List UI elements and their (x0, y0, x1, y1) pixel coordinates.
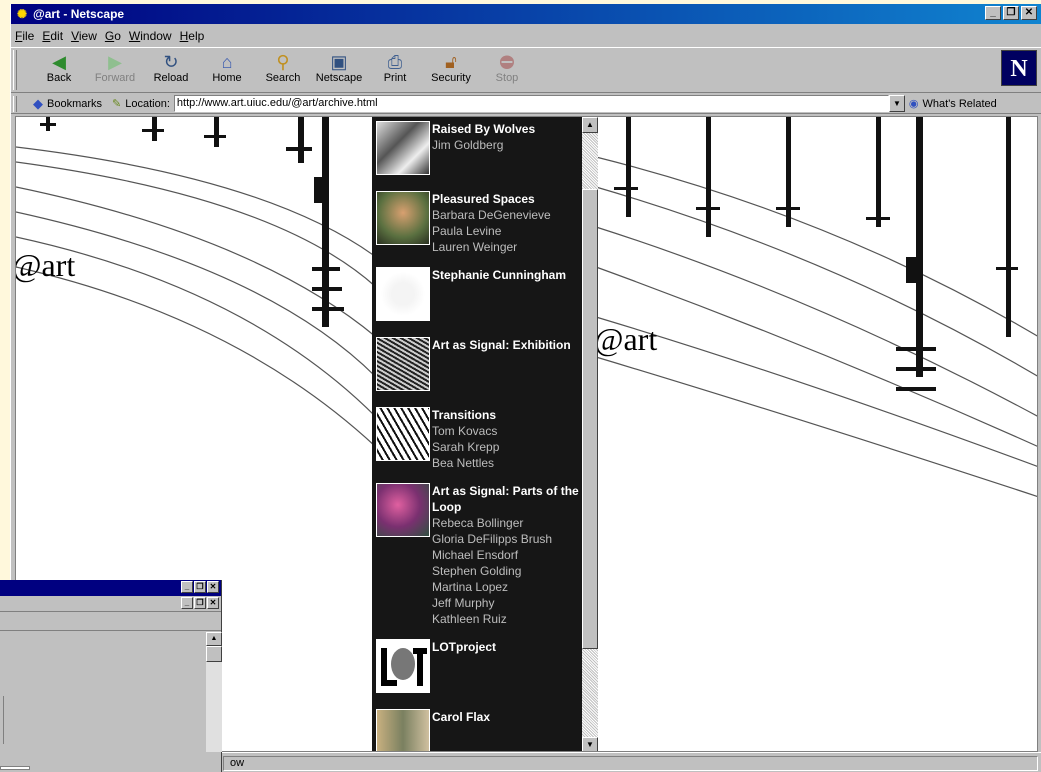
artist-name[interactable]: Kathleen Ruiz (432, 611, 582, 627)
bookmarks-button[interactable]: ◆ Bookmarks (33, 96, 102, 112)
menu-help[interactable]: Help (180, 29, 205, 43)
archive-title[interactable]: Stephanie Cunningham (432, 267, 582, 283)
bg-close-button[interactable]: ✕ (207, 581, 219, 593)
menu-file[interactable]: File (15, 29, 34, 43)
bg-minimize-button[interactable]: _ (181, 581, 193, 593)
bg-doc-maximize-button[interactable]: ❐ (194, 597, 206, 609)
lock-icon: 🔓︎ (445, 52, 457, 72)
url-input[interactable]: http://www.art.uiuc.edu/@art/archive.htm… (173, 95, 889, 112)
status-text: ow (223, 756, 1038, 771)
artist-name[interactable]: Paula Levine (432, 223, 582, 239)
search-icon: ⚲ (276, 52, 290, 72)
background-window-toolbar (0, 613, 221, 631)
background-window-menubar: _ ❐ ✕ (0, 596, 221, 612)
page-proxy-icon[interactable]: ✎ (112, 97, 121, 110)
reload-button[interactable]: ↻ Reload (143, 52, 199, 90)
related-icon: ◉ (908, 98, 919, 110)
netscape-app-icon: ✺ (16, 7, 28, 21)
archive-title[interactable]: Pleasured Spaces (432, 191, 582, 207)
close-button[interactable]: ✕ (1021, 6, 1037, 20)
location-label: ✎ Location: (112, 97, 170, 111)
reload-icon: ↻ (163, 52, 179, 72)
artist-name[interactable]: Tom Kovacs (432, 423, 582, 439)
art-logo-left: @art (15, 247, 76, 283)
stop-icon: ⛔︎ (499, 52, 515, 72)
scroll-down-button[interactable]: ▼ (582, 737, 598, 751)
lot-logo-image (381, 648, 427, 686)
menu-view[interactable]: View (71, 29, 97, 43)
art-logo-right: @art (594, 321, 658, 357)
archive-thumbnail[interactable] (376, 639, 430, 693)
whats-related-button[interactable]: ◉ What's Related (908, 97, 997, 111)
archive-title[interactable]: Art as Signal: Exhibition (432, 337, 582, 353)
back-arrow-icon: ◀ (52, 52, 66, 72)
forward-arrow-icon: ▶ (108, 52, 122, 72)
archive-list-frame: Raised By Wolves Jim Goldberg Pleasured … (372, 117, 596, 751)
archive-thumbnail[interactable] (376, 483, 430, 537)
archive-thumbnail[interactable] (376, 267, 430, 321)
archive-title[interactable]: Art as Signal: Parts of the Loop (432, 483, 582, 515)
back-button[interactable]: ◀ Back (31, 52, 87, 90)
url-dropdown-button[interactable]: ▼ (888, 95, 905, 112)
background-window-titlebar[interactable]: _ ❐ ✕ (0, 580, 221, 596)
background-window[interactable]: _ ❐ ✕ _ ❐ ✕ ▲ (0, 580, 222, 772)
window-title: @art - Netscape (33, 7, 125, 21)
artist-name[interactable]: Michael Ensdorf (432, 547, 582, 563)
maximize-button[interactable]: ❐ (1003, 6, 1019, 20)
location-toolbar: ◆ Bookmarks ✎ Location: http://www.art.u… (11, 94, 1041, 114)
archive-title[interactable]: Carol Flax (432, 709, 582, 725)
print-button[interactable]: ⎙ Print (367, 52, 423, 90)
forward-button[interactable]: ▶ Forward (87, 52, 143, 90)
artist-name[interactable]: Lauren Weinger (432, 239, 582, 255)
scroll-thumb[interactable] (582, 189, 598, 649)
artist-name[interactable]: Martina Lopez (432, 579, 582, 595)
printer-icon: ⎙ (387, 52, 403, 72)
archive-thumbnail[interactable] (376, 407, 430, 461)
artist-name[interactable]: Sarah Krepp (432, 439, 582, 455)
archive-title[interactable]: LOTproject (432, 639, 582, 655)
archive-thumbnail[interactable] (376, 121, 430, 175)
bg-maximize-button[interactable]: ❐ (194, 581, 206, 593)
minimize-button[interactable]: _ (985, 6, 1001, 20)
artist-name[interactable]: Jim Goldberg (432, 137, 582, 153)
home-button[interactable]: ⌂ Home (199, 52, 255, 90)
background-window-panel (0, 696, 4, 744)
bg-scroll-up-button[interactable]: ▲ (206, 632, 222, 646)
toolbar-grip[interactable] (13, 50, 17, 90)
bg-doc-close-button[interactable]: ✕ (207, 597, 219, 609)
stop-button[interactable]: ⛔︎ Stop (479, 52, 535, 90)
title-bar: ✺ @art - Netscape _ ❐ ✕ (11, 4, 1041, 24)
menu-window[interactable]: Window (129, 29, 172, 43)
bg-doc-minimize-button[interactable]: _ (181, 597, 193, 609)
archive-thumbnail[interactable] (376, 337, 430, 391)
artist-name[interactable]: Jeff Murphy (432, 595, 582, 611)
menu-bar: File Edit View Go Window Help (11, 26, 212, 46)
netscape-logo[interactable]: N (1001, 50, 1037, 86)
security-button[interactable]: 🔓︎ Security (423, 52, 479, 90)
menu-edit[interactable]: Edit (42, 29, 63, 43)
navigation-toolbar: ◀ Back ▶ Forward ↻ Reload ⌂ Home ⚲ Searc… (11, 47, 1041, 93)
background-window-progress (0, 766, 30, 770)
netscape-button[interactable]: ▣ Netscape (311, 52, 367, 90)
home-icon: ⌂ (221, 52, 233, 72)
bookmarks-icon: ◆ (33, 95, 43, 111)
artist-name[interactable]: Gloria DeFilipps Brush (432, 531, 582, 547)
archive-thumbnail[interactable] (376, 709, 430, 751)
background-window-scrollbar[interactable]: ▲ (206, 632, 222, 752)
archive-thumbnail[interactable] (376, 191, 430, 245)
bg-scroll-thumb[interactable] (206, 646, 222, 662)
location-grip[interactable] (13, 95, 17, 112)
artist-name[interactable]: Barbara DeGenevieve (432, 207, 582, 223)
artist-name[interactable]: Bea Nettles (432, 455, 582, 471)
archive-scrollbar[interactable]: ▲ ▼ (582, 117, 598, 751)
menu-go[interactable]: Go (105, 29, 121, 43)
archive-title[interactable]: Raised By Wolves (432, 121, 582, 137)
scroll-up-button[interactable]: ▲ (582, 117, 598, 133)
my-netscape-icon: ▣ (330, 52, 348, 72)
search-button[interactable]: ⚲ Search (255, 52, 311, 90)
archive-title[interactable]: Transitions (432, 407, 582, 423)
artist-name[interactable]: Stephen Golding (432, 563, 582, 579)
artist-name[interactable]: Rebeca Bollinger (432, 515, 582, 531)
